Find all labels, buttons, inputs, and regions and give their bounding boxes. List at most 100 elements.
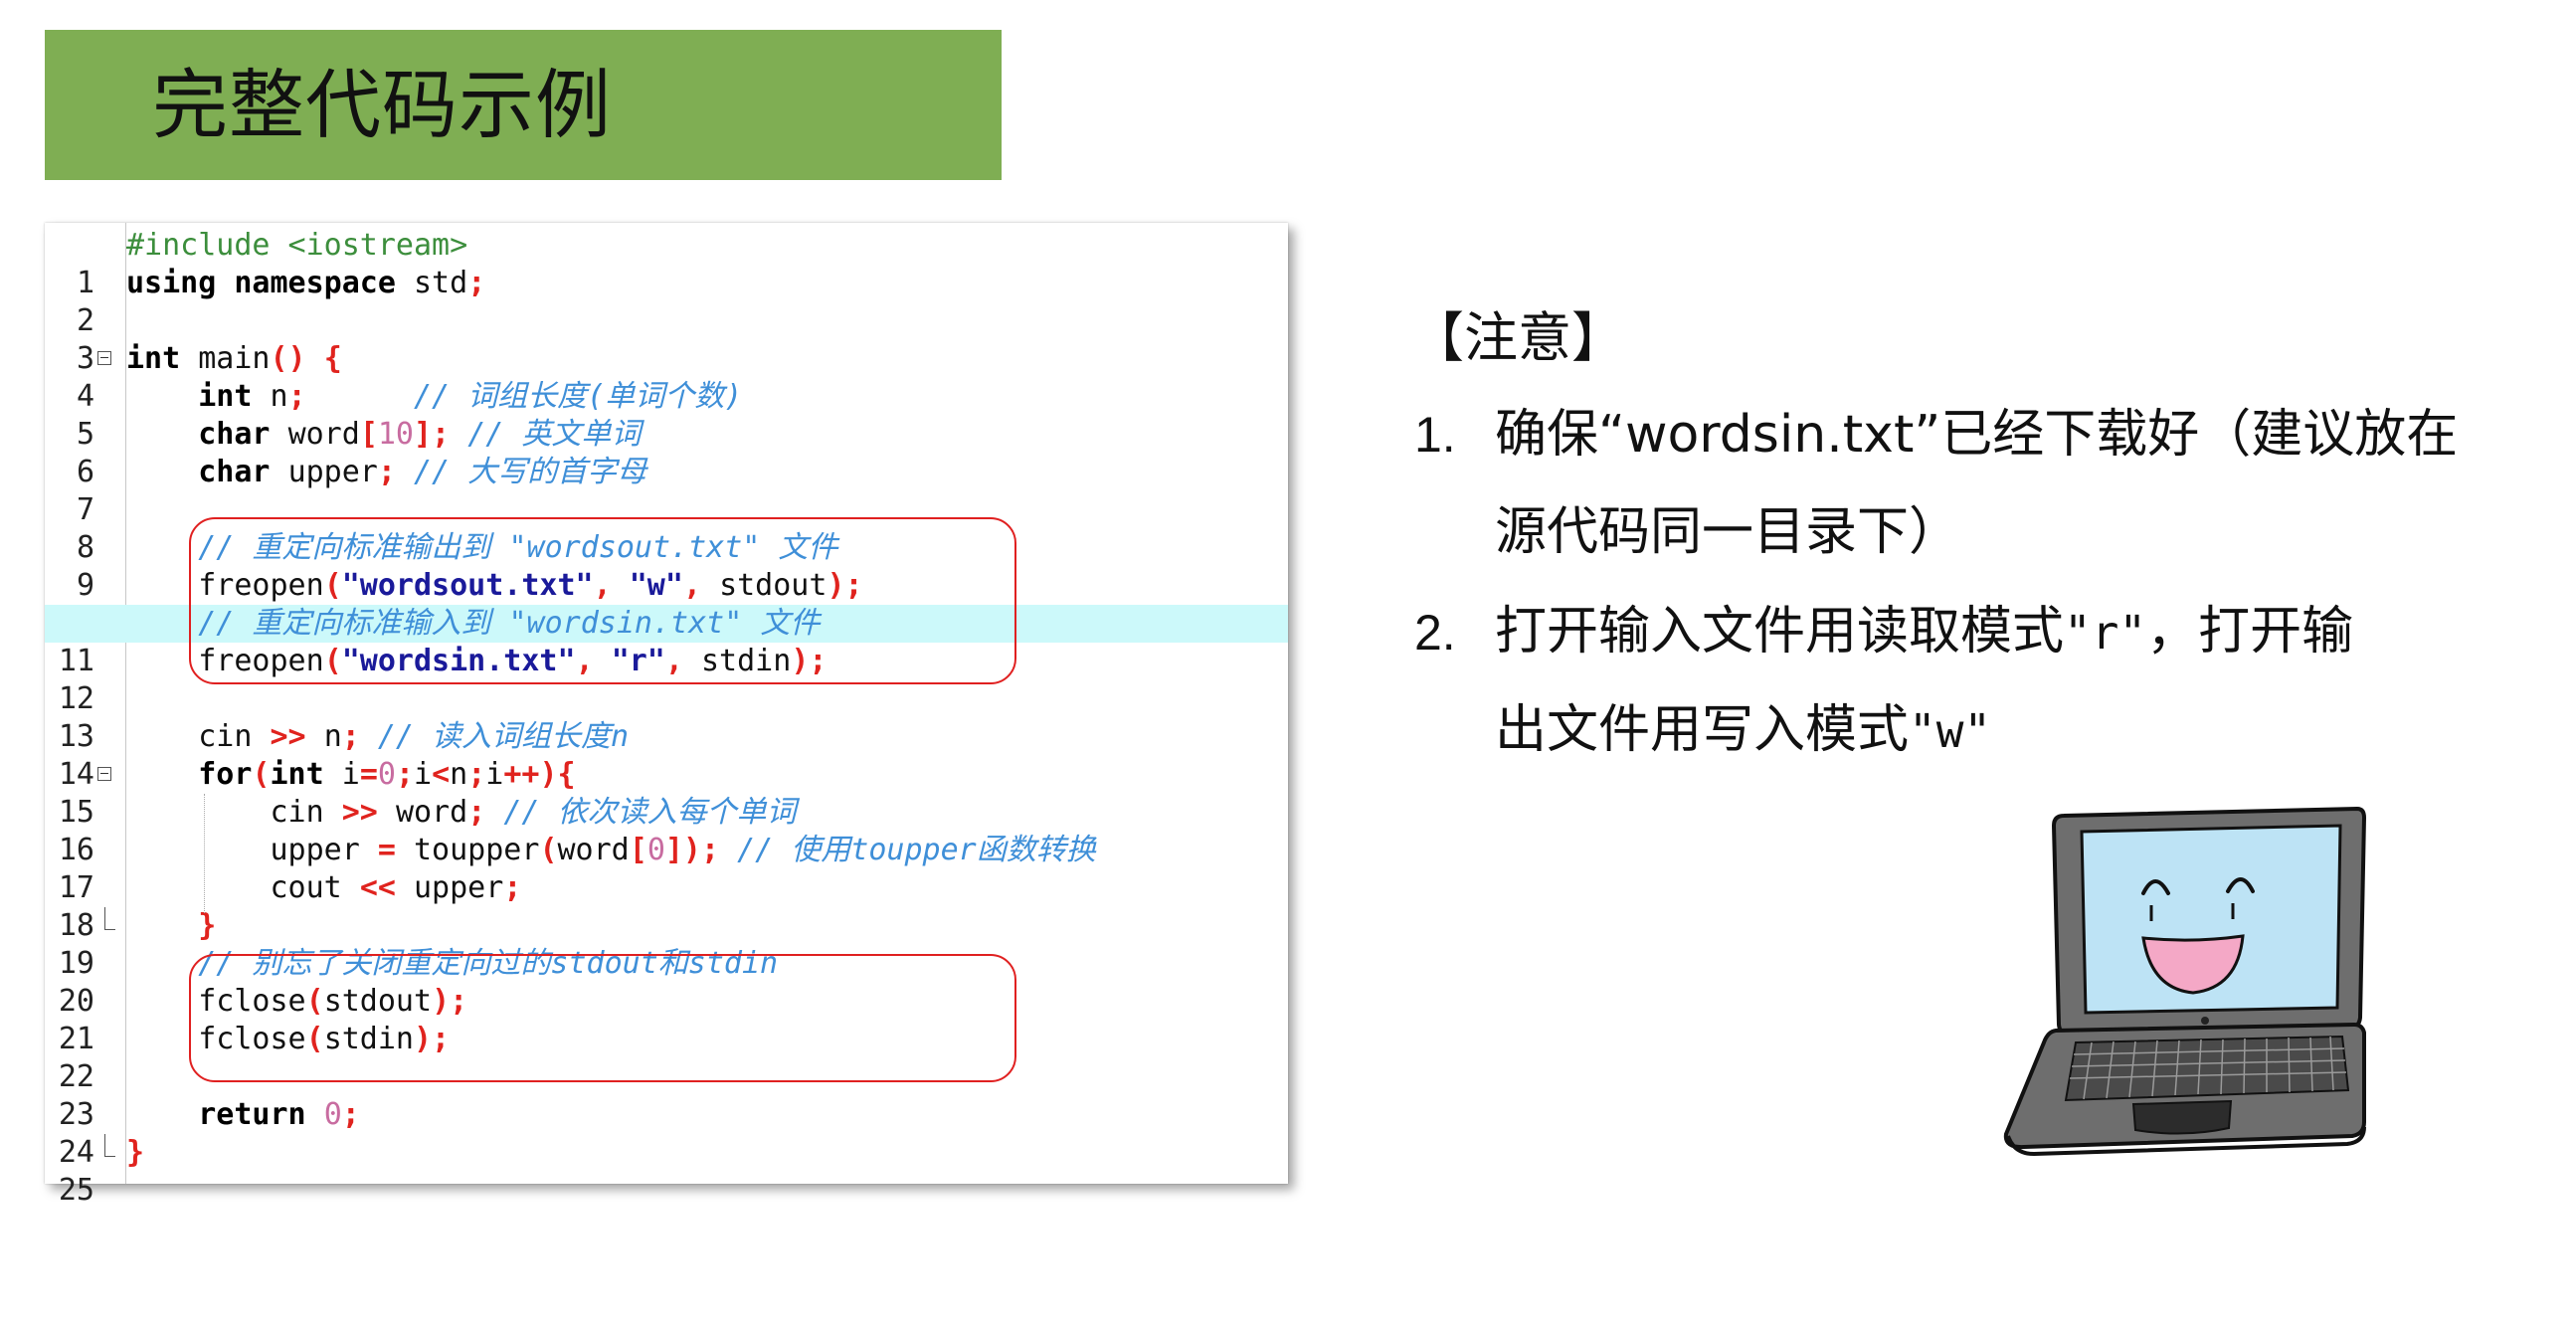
note-1-line-2: 源代码同一目录下） <box>1495 502 1961 562</box>
identifier: std <box>414 266 468 300</box>
freopen-highlight-box <box>189 517 1016 684</box>
title-banner: 完整代码示例 <box>45 30 1002 180</box>
number-literal: 0 <box>646 833 665 867</box>
identifier: main <box>198 341 271 376</box>
note-2-line-1: 打开输入文件用读取模式"r"，打开输 <box>1495 583 2529 681</box>
punctuation: ; <box>467 757 486 792</box>
code-line-14: 14 cin >> n; // 读入词组长度n <box>45 718 1288 792</box>
operator: = <box>377 833 396 867</box>
identifier: upper <box>287 455 378 489</box>
identifier: word <box>287 417 360 452</box>
code-line-7: 7 char upper; // 大写的首字母 <box>45 454 1288 527</box>
identifier: n <box>270 379 288 414</box>
code-line-5: 5 int n; // 词组长度(单词个数) <box>45 378 1288 452</box>
punctuation: [ <box>629 833 647 867</box>
number-literal: 0 <box>377 757 396 792</box>
identifier: n <box>323 719 342 754</box>
punctuation: [ <box>359 417 378 452</box>
number-literal: 0 <box>323 1097 342 1132</box>
identifier: cin <box>198 719 253 754</box>
code-line-16: 16 cin >> word; // 依次读入每个单词 <box>45 794 1288 867</box>
punctuation: ; <box>467 795 486 830</box>
identifier: upper <box>414 870 504 905</box>
note-2-code-r: "r" <box>2064 606 2147 660</box>
code-comment: // 读入词组长度n <box>377 719 630 754</box>
operator: >> <box>270 719 306 754</box>
identifier: i <box>341 757 360 792</box>
operator: >> <box>341 795 378 830</box>
note-2-text-part: 出文件用写入模式 <box>1495 700 1910 760</box>
code-line-24: 24 return 0; <box>45 1096 1288 1170</box>
operator: ++ <box>503 757 540 792</box>
punctuation: ; <box>341 1097 360 1132</box>
note-1-text: 确保“wordsin.txt”已经下载好（建议放在 源代码同一目录下） <box>1495 386 2529 581</box>
note-2-code-w: "w" <box>1909 704 1992 758</box>
punctuation: ; <box>287 379 306 414</box>
keyword: int <box>198 379 253 414</box>
number-literal: 10 <box>377 417 414 452</box>
operator: << <box>359 870 396 905</box>
code-line-25: 25 } <box>45 1134 1288 1208</box>
punctuation: ; <box>503 870 522 905</box>
fold-end-marker <box>104 907 115 930</box>
keyword: int <box>126 341 181 376</box>
note-2-text: 打开输入文件用读取模式"r"，打开输 出文件用写入模式"w" <box>1495 583 2529 780</box>
identifier: cout <box>270 870 342 905</box>
punctuation: ]); <box>664 833 720 867</box>
punctuation: () <box>270 341 306 376</box>
identifier: word <box>557 833 630 867</box>
code-line-15: 15 for(int i=0;i<n;i++){ <box>45 756 1288 830</box>
punctuation: ; <box>467 266 486 300</box>
function-call: toupper <box>414 833 540 867</box>
keyword: char <box>198 455 271 489</box>
note-2-text-part: ，打开输 <box>2146 602 2354 662</box>
keyword: using <box>126 266 217 300</box>
identifier: n <box>450 757 468 792</box>
note-2-text-part: 打开输入文件用读取模式 <box>1495 602 2065 662</box>
code-line-17: 17 upper = toupper(word[0]); // 使用touppe… <box>45 832 1288 905</box>
fold-toggle-icon[interactable] <box>97 767 111 781</box>
identifier: i <box>485 757 504 792</box>
code-panel: 1 #include <iostream> 2 using namespace … <box>45 223 1288 1208</box>
code-comment: // 词组长度(单词个数) <box>414 379 743 414</box>
preprocessor-include: #include <iostream> <box>126 228 468 263</box>
code-comment: // 使用toupper函数转换 <box>737 833 1096 867</box>
fold-toggle-icon[interactable] <box>97 351 111 365</box>
code-line-6: 6 char word[10]; // 英文单词 <box>45 416 1288 489</box>
punctuation: ( <box>252 757 271 792</box>
code-line-4: 4 int main() { <box>45 340 1288 414</box>
note-2-line-2: 出文件用写入模式"w" <box>1495 681 2529 780</box>
fold-end-marker <box>104 1134 115 1157</box>
notes-heading: 【注意】 <box>1410 306 1625 369</box>
identifier: word <box>395 795 468 830</box>
punctuation: ( <box>539 833 558 867</box>
note-1-line-1: 确保“wordsin.txt”已经下载好（建议放在 <box>1495 405 2459 465</box>
identifier: i <box>414 757 433 792</box>
punctuation: ; <box>341 719 360 754</box>
punctuation: { <box>323 341 342 376</box>
keyword: for <box>198 757 253 792</box>
punctuation: } <box>198 908 217 943</box>
punctuation: ; <box>395 757 414 792</box>
fclose-highlight-box <box>189 954 1016 1082</box>
code-comment: // 依次读入每个单词 <box>503 795 797 830</box>
identifier: cin <box>270 795 324 830</box>
keyword: char <box>198 417 271 452</box>
operator: < <box>432 757 451 792</box>
indent-guide <box>204 794 206 913</box>
keyword: int <box>270 757 324 792</box>
code-comment: // 英文单词 <box>467 417 642 452</box>
line-number: 25 <box>58 1173 94 1208</box>
keyword: return <box>198 1097 306 1132</box>
keyword: namespace <box>234 266 396 300</box>
code-line-18: 18 cout << upper; <box>45 869 1288 943</box>
slide-title: 完整代码示例 <box>152 61 612 149</box>
smiling-laptop-icon <box>2003 806 2367 1157</box>
operator: = <box>359 757 378 792</box>
code-line-19: 19 } <box>45 907 1288 981</box>
code-line-13: 13 <box>45 680 1288 754</box>
code-line-2: 2 using namespace std; <box>45 265 1288 338</box>
punctuation: ; <box>377 455 396 489</box>
punctuation: ]; <box>414 417 451 452</box>
punctuation: ){ <box>539 757 576 792</box>
